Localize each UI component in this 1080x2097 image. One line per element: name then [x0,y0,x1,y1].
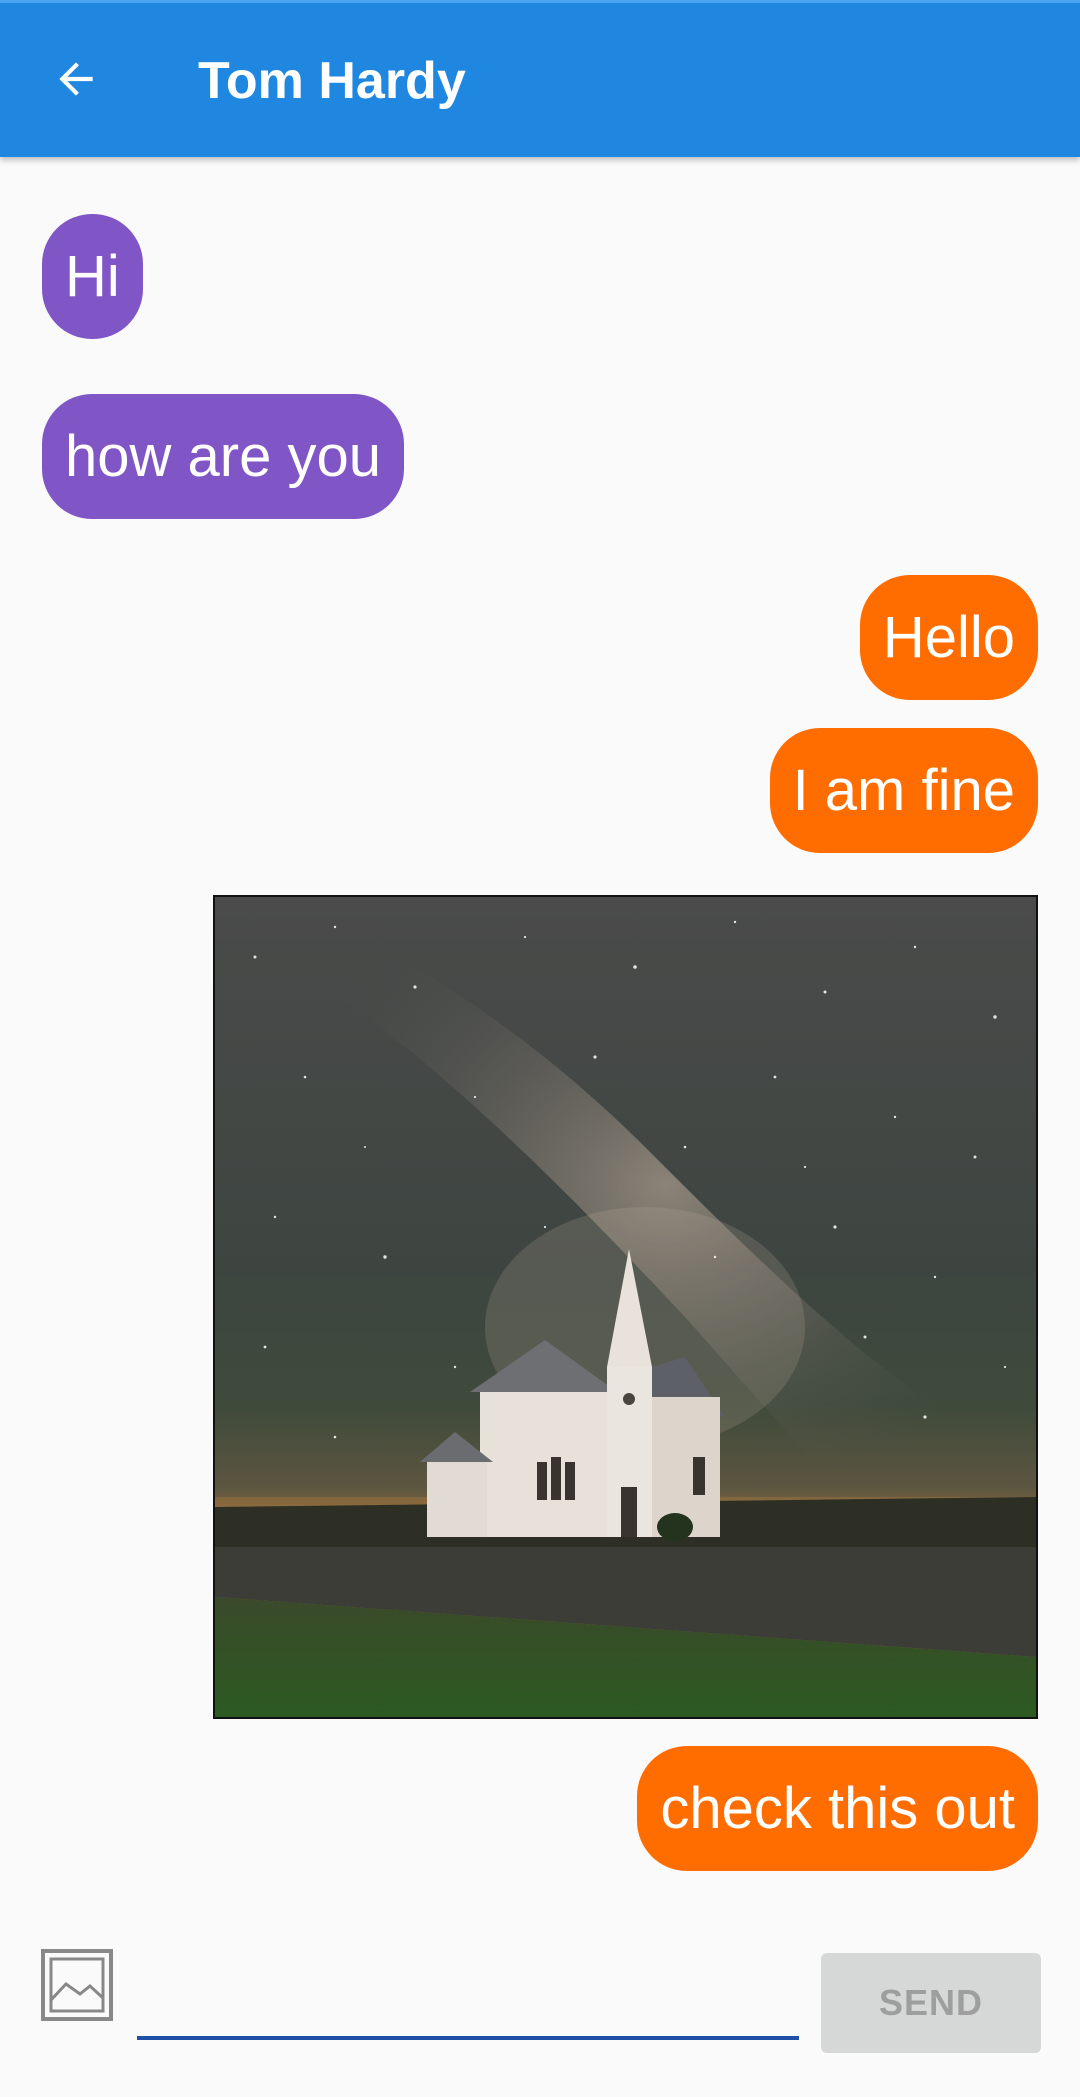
arrow-back-icon [59,62,93,96]
send-button[interactable]: SEND [821,1953,1041,2053]
message-bubble-incoming[interactable]: Hi [42,214,143,339]
message-bubble-outgoing[interactable]: check this out [637,1746,1038,1871]
message-bubble-outgoing[interactable]: Hello [859,575,1038,700]
message-bubble-incoming[interactable]: how are you [42,394,404,519]
message-input[interactable] [137,1940,799,2040]
church-under-milky-way-photo [215,897,1036,1717]
message-bubble-outgoing[interactable]: I am fine [769,728,1038,853]
image-message[interactable] [213,895,1038,1719]
attach-image-button[interactable] [40,1948,114,2022]
image-icon [41,1949,113,2021]
app-bar: Tom Hardy [0,0,1080,157]
back-button[interactable] [36,39,116,119]
contact-name-title: Tom Hardy [198,52,466,110]
chat-screen: Tom Hardy Hi how are you Hello I am fine [0,0,1080,2097]
